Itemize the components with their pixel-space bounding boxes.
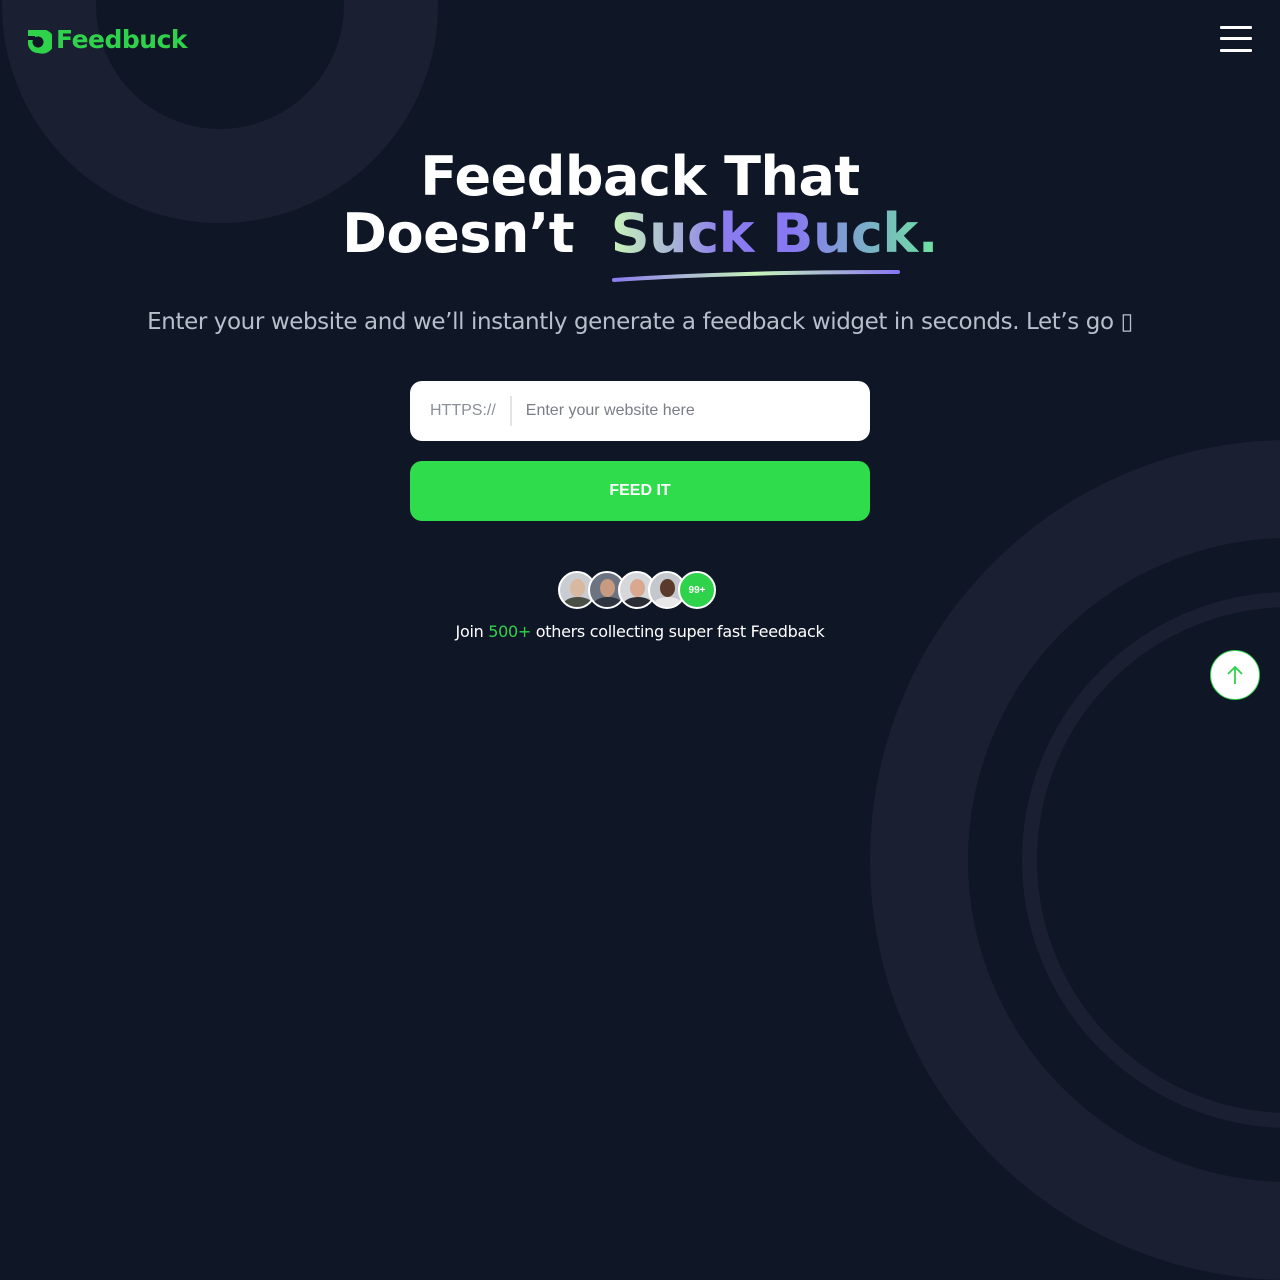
hamburger-line [1220, 49, 1252, 52]
join-count: 500+ [488, 622, 531, 641]
hero-title-highlight: Suck Buck. [610, 202, 939, 265]
hero-title-line2: Doesn’t Suck Buck. [0, 205, 1280, 262]
avatar-group: 99+ [558, 571, 716, 609]
hero-title-line1: Feedback That [420, 145, 860, 208]
hero-heading: Feedback That Doesn’t Suck Buck. [0, 148, 1280, 262]
avatar-count-badge: 99+ [678, 571, 716, 609]
hero-title-plain: Doesn’t [342, 202, 575, 265]
hamburger-menu-button[interactable] [1218, 24, 1254, 54]
website-input-group: HTTPS:// [410, 381, 870, 441]
hamburger-menu-icon [1220, 26, 1252, 29]
join-suffix: others collecting super fast Feedback [535, 622, 825, 641]
logo[interactable]: Feedbuck [24, 25, 188, 54]
website-input[interactable] [511, 401, 828, 421]
brand-name: Feedbuck [56, 25, 188, 54]
hamburger-line [1220, 37, 1252, 40]
arrow-up-icon [1227, 665, 1243, 684]
url-prefix: HTTPS:// [410, 396, 512, 426]
scroll-to-top-button[interactable] [1210, 650, 1260, 700]
join-prefix: Join [455, 622, 484, 641]
feedbuck-logo-icon [28, 29, 52, 54]
join-text: Join 500+ others collecting super fast F… [0, 622, 1280, 641]
highlight-underline [612, 270, 900, 282]
feed-it-button[interactable]: FEED IT [410, 461, 870, 521]
hero-subtitle: Enter your website and we’ll instantly g… [147, 309, 1133, 335]
